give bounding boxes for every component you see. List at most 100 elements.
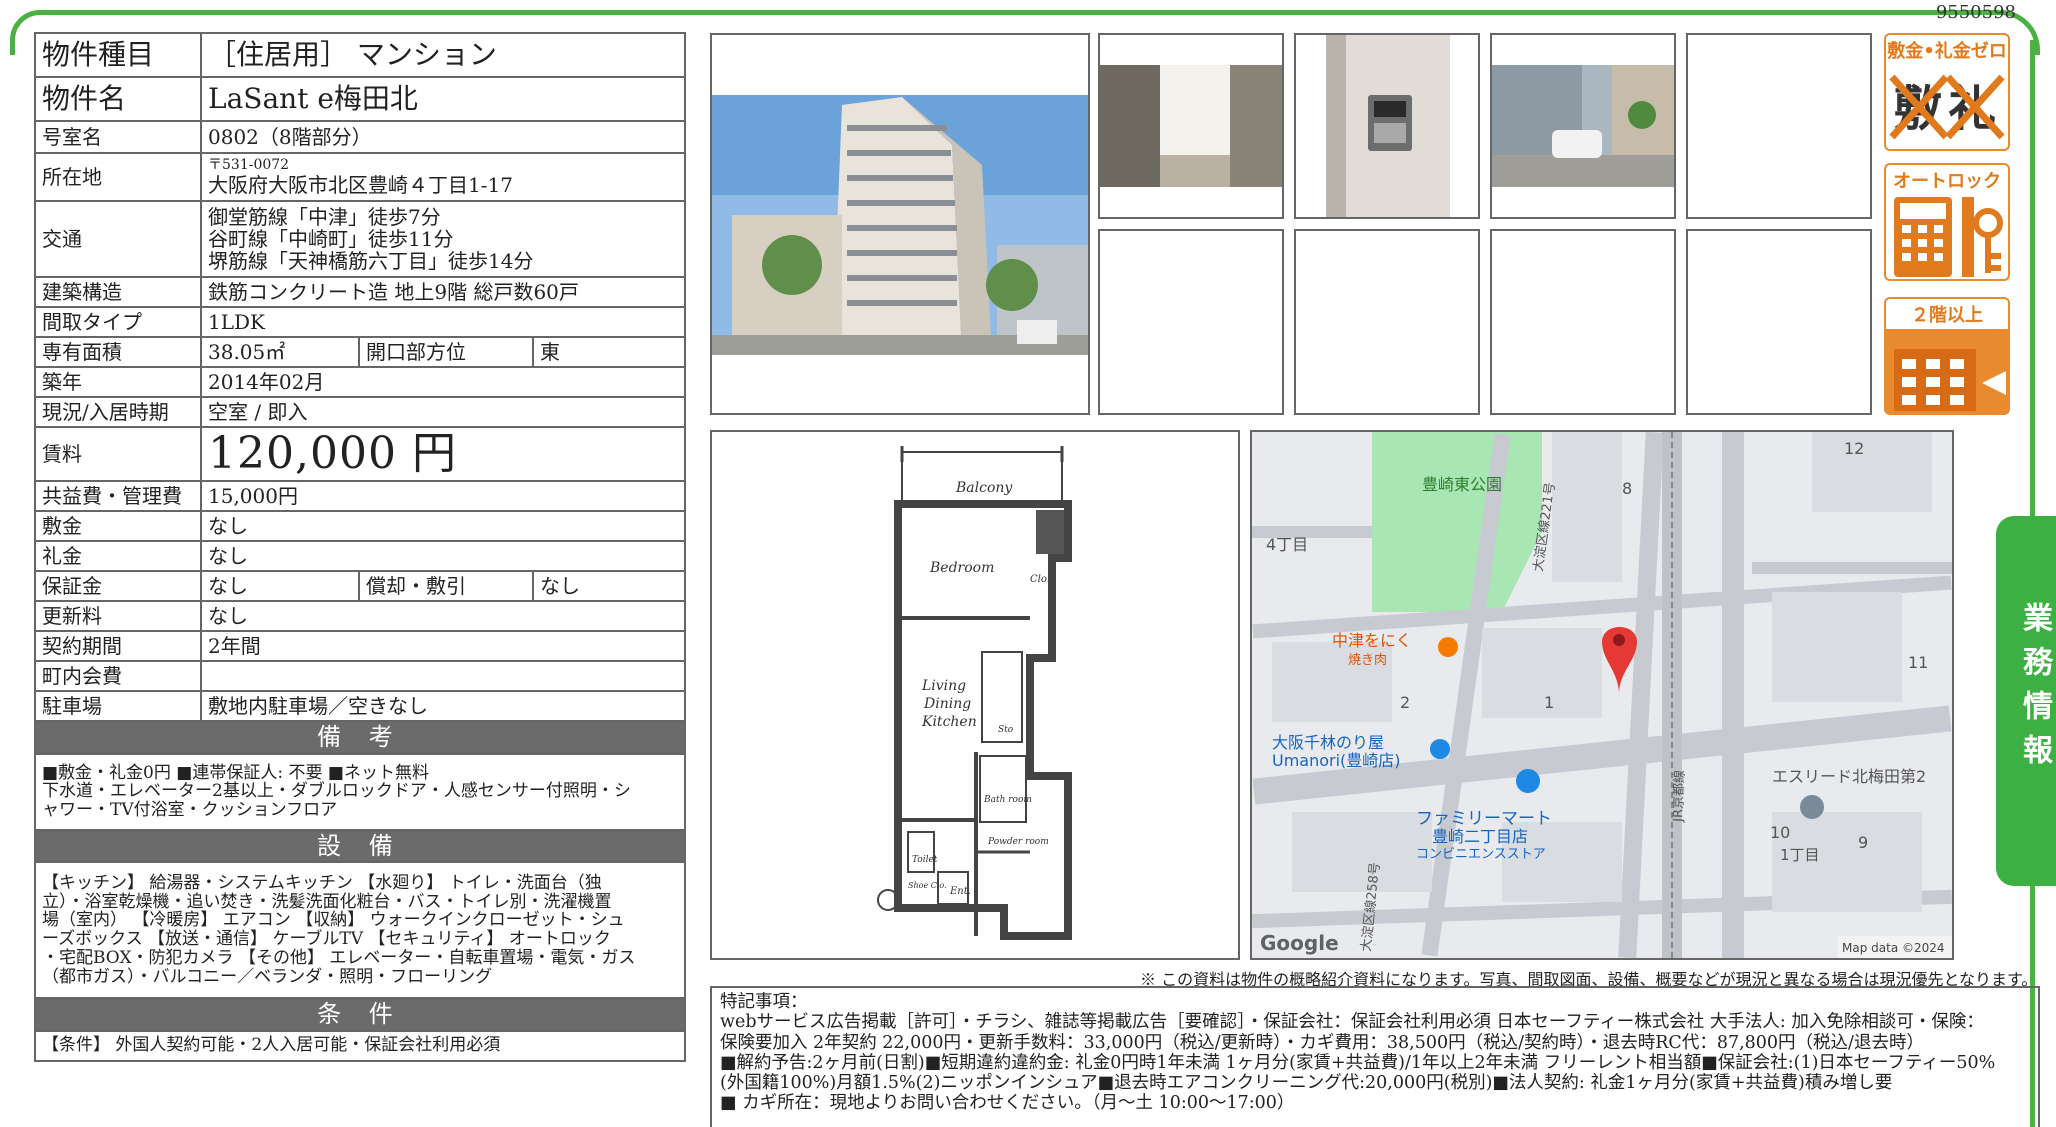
conditions-heading: 条 件 xyxy=(34,997,686,1032)
room-label: Bedroom xyxy=(929,560,994,576)
intercom-photo[interactable] xyxy=(1294,33,1480,219)
deposit-label: 敷金 xyxy=(34,510,202,543)
map-label: Umanori(豊崎店) xyxy=(1272,751,1401,770)
contract-label: 契約期間 xyxy=(34,630,202,663)
room-label: Clo. xyxy=(1030,574,1050,585)
equipment-line: ・宅配BOX・防犯カメラ 【その他】 エレベーター・自転車置場・電気・ガス xyxy=(42,947,636,968)
map-label: コンビニエンスストア xyxy=(1416,847,1546,862)
equipment-line: （都市ガス）・バルコニー／ベランダ・照明・フローリング xyxy=(42,966,493,987)
deposit-value: なし xyxy=(200,510,686,543)
badge-label: 敷金•礼金ゼロ xyxy=(1887,41,2007,62)
equipment-line: 立）・浴室乾燥機・追い焚き・洗髪洗面化粧台・バス・トイレ別・洗濯機置 xyxy=(42,891,612,912)
area-value: 38.05㎡ xyxy=(200,336,360,368)
room-label: Shoe Clo. xyxy=(908,881,947,890)
area-label: 専有面積 xyxy=(34,336,202,368)
map-label: 豊崎東公園 xyxy=(1422,475,1502,494)
map-number: 1 xyxy=(1544,693,1554,712)
equipment-line: 【キッチン】 給湯器・システムキッチン 【水廻り】 トイレ・洗面台（独 xyxy=(42,873,602,894)
rent-value: 120,000 円 xyxy=(200,425,686,483)
room-label: Dining xyxy=(923,696,971,712)
map-label: 中津をにく xyxy=(1332,631,1412,650)
key-money-label: 礼金 xyxy=(34,540,202,573)
built-value: 2014年02月 xyxy=(200,366,686,398)
guarantee-label: 保証金 xyxy=(34,570,202,603)
room-label: Living xyxy=(921,678,966,694)
remarks-line: ■敷金・礼金0円 ■連帯保証人: 不要 ■ネット無料 xyxy=(42,762,429,783)
photo-slot-empty xyxy=(1686,229,1872,415)
google-logo: Google xyxy=(1260,931,1339,955)
remarks-text: ■敷金・礼金0円 ■連帯保証人: 不要 ■ネット無料 下水道・エレベーター2基以… xyxy=(34,752,686,831)
map-number: 10 xyxy=(1770,823,1790,842)
name-label: 物件名 xyxy=(34,76,202,122)
notes-line: webサービス広告掲載［許可］・チラシ、雑誌等掲載広告［要確認］・保証会社：保証… xyxy=(720,1012,1984,1033)
room-label: Toilet xyxy=(912,855,938,865)
renewal-label: 更新料 xyxy=(34,600,202,633)
notes-line: 保険要加入 2年契約 22,000円・更新手数料：33,000円（税込/更新時）… xyxy=(720,1032,1924,1053)
renewal-value: なし xyxy=(200,600,686,633)
room-label: Kitchen xyxy=(921,714,977,730)
remarks-line: 下水道・エレベーター2基以上・ダブルロックドア・人感センサー付照明・シ xyxy=(42,781,631,802)
map-attribution: Map data ©2024 xyxy=(1842,941,1945,955)
map-number: 2 xyxy=(1400,693,1410,712)
building-exterior-photo[interactable] xyxy=(710,33,1090,415)
equipment-heading: 設 備 xyxy=(34,828,686,864)
status-label: 現況/入居時期 xyxy=(34,396,202,428)
room-label: 号室名 xyxy=(34,120,202,154)
map-label: 大阪千林のり屋 xyxy=(1272,733,1384,752)
transit-line: 御堂筋線「中津」徒歩7分 xyxy=(208,205,441,229)
room-label: Ent. xyxy=(949,886,971,897)
remarks-heading: 備 考 xyxy=(34,720,686,755)
contract-value: 2年間 xyxy=(200,630,686,663)
property-info-table: 物件種目 ［住居用］ マンション 物件名 LaSant e梅田北 号室名 0802（8… xyxy=(34,32,686,1062)
map-label: JR京都線 xyxy=(1670,770,1688,823)
second-floor-or-above-badge: ２階以上 xyxy=(1884,297,2010,415)
layout-label: 間取タイプ xyxy=(34,306,202,338)
map-label: 焼き肉 xyxy=(1348,653,1387,668)
community-fee-value xyxy=(200,660,686,693)
notes-line: 特記事項： xyxy=(720,992,808,1012)
document-id: 9550598 xyxy=(1935,2,2016,23)
address-label: 所在地 xyxy=(34,152,202,202)
map-number: 8 xyxy=(1622,479,1632,498)
business-info-tab-label: 業務情報 xyxy=(2017,602,2052,778)
room-label: Balcony xyxy=(955,480,1013,496)
status-value: 空室 / 即入 xyxy=(200,396,686,428)
map-label: ファミリーマート xyxy=(1416,809,1552,829)
address-value: 大阪府大阪市北区豊崎４丁目1-17 xyxy=(208,172,513,197)
guarantee-value: なし xyxy=(200,570,360,603)
equipment-line: ーズボックス 【放送・通信】 ケーブルTV 【セキュリティ】 オートロック xyxy=(42,929,611,950)
room-label: Powder room xyxy=(987,837,1049,847)
amortization-label: 償却・敷引 xyxy=(358,570,534,603)
business-info-tab[interactable]: 業務情報 xyxy=(1996,516,2056,886)
map-label: 豊崎二丁目店 xyxy=(1432,827,1528,846)
notes-line: ■ カギ所在：現地よりお問い合わせください。（月〜土 10:00〜17:00） xyxy=(720,1093,1295,1114)
parking-value: 敷地内駐車場／空きなし xyxy=(200,690,686,723)
postal-code: 〒531-0072 xyxy=(208,157,290,174)
auto-lock-icon xyxy=(1894,197,2003,277)
photo-slot-empty xyxy=(1098,229,1284,415)
room-value: 0802（8階部分） xyxy=(200,120,686,154)
photo-slot-empty xyxy=(1686,33,1872,219)
rent-label: 賃料 xyxy=(34,425,202,483)
entrance-hall-photo[interactable] xyxy=(1098,33,1284,219)
conditions-text: 【条件】 外国人契約可能・2人入居可能・保証会社利用必須 xyxy=(34,1029,686,1062)
photo-slot-empty xyxy=(1490,229,1676,415)
type-label: 物件種目 xyxy=(34,32,202,78)
map-label: 1丁目 xyxy=(1780,846,1820,864)
parking-photo[interactable] xyxy=(1490,33,1676,219)
location-map[interactable]: 豊崎東公園 4丁目 中津をにく 焼き肉 大阪千林のり屋 Umanori(豊崎店)… xyxy=(1250,430,1954,960)
building-icon xyxy=(1894,349,2006,411)
map-label: 4丁目 xyxy=(1266,535,1308,554)
parking-label: 駐車場 xyxy=(34,690,202,723)
badge-label: オートロック xyxy=(1893,171,2001,192)
no-deposit-key-money-badge: 敷金•礼金ゼロ 敷 礼 xyxy=(1884,33,2010,151)
special-notes: 特記事項： webサービス広告掲載［許可］・チラシ、雑誌等掲載広告［要確認］・保… xyxy=(710,986,2040,1127)
floor-plan[interactable]: Balcony Bedroom Clo. Living Dining Kitch… xyxy=(710,430,1240,960)
fee-label: 共益費・管理費 xyxy=(34,480,202,513)
built-label: 築年 xyxy=(34,366,202,398)
photo-slot-empty xyxy=(1294,229,1480,415)
room-label: Bath room xyxy=(983,795,1032,805)
name-value: LaSant e梅田北 xyxy=(200,76,686,122)
amortization-value: なし xyxy=(532,570,686,603)
layout-value: 1LDK xyxy=(200,306,686,338)
